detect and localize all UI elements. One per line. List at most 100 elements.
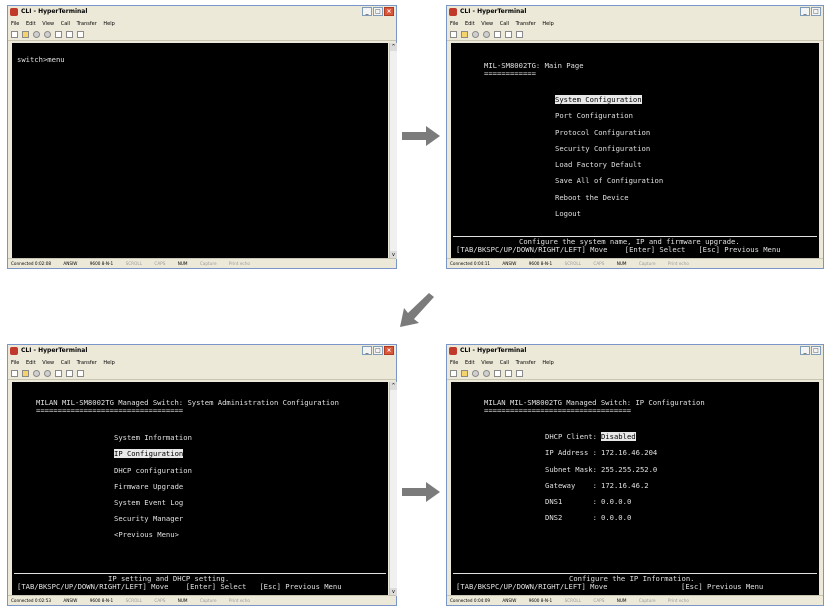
properties-icon[interactable] (77, 370, 84, 377)
menu-call[interactable]: Call (61, 21, 70, 27)
menu-item-system-event-log[interactable]: System Event Log (114, 498, 183, 507)
gateway-value[interactable]: 172.16.46.2 (601, 481, 649, 490)
menu-item-load-factory-default[interactable]: Load Factory Default (555, 160, 642, 169)
menu-transfer[interactable]: Transfer (516, 21, 536, 27)
new-icon[interactable] (11, 370, 18, 377)
menu-edit[interactable]: Edit (26, 21, 36, 27)
emulation: ANSIW (63, 261, 78, 266)
menu-call[interactable]: Call (500, 360, 509, 366)
maximize-button[interactable]: □ (811, 346, 821, 355)
call-icon[interactable] (33, 31, 40, 38)
menu-item-logout[interactable]: Logout (555, 209, 581, 218)
menu-edit[interactable]: Edit (26, 360, 36, 366)
dns2-value[interactable]: 0.0.0.0 (601, 513, 631, 522)
menu-item-system-information[interactable]: System Information (114, 433, 192, 442)
minimize-button[interactable]: _ (362, 346, 372, 355)
gateway-label: Gateway : (545, 481, 597, 490)
header-underline: ================================== (484, 406, 632, 415)
menu-help[interactable]: Help (103, 21, 114, 27)
terminal-screen[interactable]: switch>menu (12, 43, 388, 259)
dhcp-client-value[interactable]: Disabled (601, 432, 636, 441)
menu-help[interactable]: Help (103, 360, 114, 366)
menu-file[interactable]: File (450, 360, 458, 366)
menu-help[interactable]: Help (542, 21, 553, 27)
close-button[interactable]: × (384, 346, 394, 355)
menu-file[interactable]: File (450, 21, 458, 27)
close-button[interactable]: × (384, 7, 394, 16)
ip-address-value[interactable]: 172.16.46.204 (601, 448, 657, 457)
menu-item-dhcp-configuration[interactable]: DHCP configuration (114, 466, 192, 475)
caps-indicator: CAPS (593, 261, 605, 266)
menu-file[interactable]: File (11, 360, 19, 366)
menu-item-port-configuration[interactable]: Port Configuration (555, 111, 633, 120)
send-icon[interactable] (55, 31, 62, 38)
new-icon[interactable] (11, 31, 18, 38)
capture-indicator: Capture (199, 261, 217, 266)
menu-item-reboot-device[interactable]: Reboot the Device (555, 193, 629, 202)
menu-call[interactable]: Call (500, 21, 509, 27)
menu-view[interactable]: View (481, 21, 493, 27)
subnet-mask-value[interactable]: 255.255.252.0 (601, 465, 657, 474)
open-icon[interactable] (22, 370, 29, 377)
menu-item-save-all-configuration[interactable]: Save All of Configuration (555, 176, 663, 185)
maximize-button[interactable]: □ (373, 346, 383, 355)
new-icon[interactable] (450, 370, 457, 377)
call-icon[interactable] (472, 370, 479, 377)
properties-icon[interactable] (516, 370, 523, 377)
scroll-indicator: SCROLL (564, 261, 582, 266)
scroll-indicator: SCROLL (564, 598, 582, 603)
open-icon[interactable] (461, 31, 468, 38)
terminal-screen[interactable]: MIL-SM8002TG: Main Page ============ Sys… (451, 43, 819, 259)
menu-item-system-configuration[interactable]: System Configuration (555, 95, 642, 104)
terminal-screen[interactable]: MILAN MIL-SM8002TG Managed Switch: IP Co… (451, 382, 819, 596)
new-icon[interactable] (450, 31, 457, 38)
menu-edit[interactable]: Edit (465, 360, 475, 366)
terminal-screen[interactable]: MILAN MIL-SM8002TG Managed Switch: Syste… (12, 382, 388, 596)
maximize-button[interactable]: □ (811, 7, 821, 16)
menu-item-firmware-upgrade[interactable]: Firmware Upgrade (114, 482, 183, 491)
maximize-button[interactable]: □ (373, 7, 383, 16)
num-indicator: NUM (616, 598, 627, 603)
menu-item-security-configuration[interactable]: Security Configuration (555, 144, 650, 153)
minimize-button[interactable]: _ (800, 7, 810, 16)
properties-icon[interactable] (77, 31, 84, 38)
disconnect-icon[interactable] (44, 31, 51, 38)
menu-transfer[interactable]: Transfer (516, 360, 536, 366)
disconnect-icon[interactable] (483, 31, 490, 38)
menu-file[interactable]: File (11, 21, 19, 27)
menu-item-protocol-configuration[interactable]: Protocol Configuration (555, 128, 650, 137)
menu-view[interactable]: View (42, 21, 54, 27)
open-icon[interactable] (22, 31, 29, 38)
receive-icon[interactable] (66, 31, 73, 38)
send-icon[interactable] (494, 31, 501, 38)
call-icon[interactable] (472, 31, 479, 38)
menu-call[interactable]: Call (61, 360, 70, 366)
menu-item-security-manager[interactable]: Security Manager (114, 514, 183, 523)
minimize-button[interactable]: _ (362, 7, 372, 16)
menu-item-previous-menu[interactable]: <Previous Menu> (114, 530, 179, 539)
receive-icon[interactable] (505, 31, 512, 38)
toolbar (447, 368, 823, 380)
send-icon[interactable] (494, 370, 501, 377)
receive-icon[interactable] (505, 370, 512, 377)
scroll-up-icon[interactable]: ^ (390, 43, 397, 51)
disconnect-icon[interactable] (44, 370, 51, 377)
scrollbar[interactable]: ^ v (389, 43, 397, 259)
menu-view[interactable]: View (481, 360, 493, 366)
minimize-button[interactable]: _ (800, 346, 810, 355)
menu-view[interactable]: View (42, 360, 54, 366)
menu-edit[interactable]: Edit (465, 21, 475, 27)
menu-help[interactable]: Help (542, 360, 553, 366)
disconnect-icon[interactable] (483, 370, 490, 377)
menu-item-ip-configuration[interactable]: IP Configuration (114, 449, 184, 458)
send-icon[interactable] (55, 370, 62, 377)
receive-icon[interactable] (66, 370, 73, 377)
call-icon[interactable] (33, 370, 40, 377)
menu-transfer[interactable]: Transfer (77, 360, 97, 366)
scroll-up-icon[interactable]: ^ (390, 382, 397, 390)
menu-transfer[interactable]: Transfer (77, 21, 97, 27)
open-icon[interactable] (461, 370, 468, 377)
scrollbar[interactable]: ^ v (389, 382, 397, 596)
dns1-value[interactable]: 0.0.0.0 (601, 497, 631, 506)
properties-icon[interactable] (516, 31, 523, 38)
